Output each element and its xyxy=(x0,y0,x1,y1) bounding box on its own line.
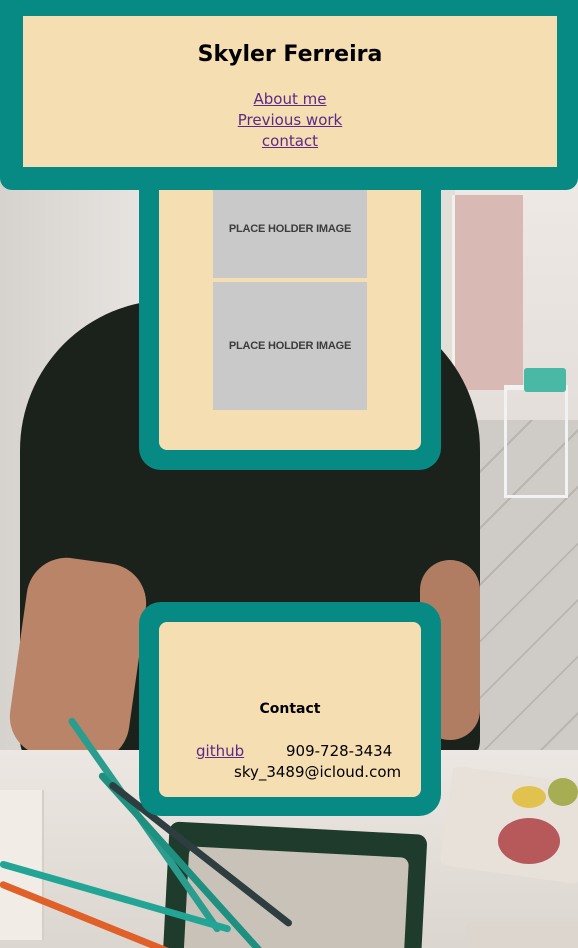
background-paint-olive xyxy=(548,778,578,806)
phone-number: 909-728-3434 xyxy=(286,742,393,760)
email-address: sky_3489@icloud.com xyxy=(234,763,402,781)
previous-work-panel: PLACE HOLDER IMAGE PLACE HOLDER IMAGE xyxy=(159,150,421,450)
site-header-panel: Skyler Ferreira About me Previous work c… xyxy=(23,16,557,167)
site-header: Skyler Ferreira About me Previous work c… xyxy=(0,0,578,190)
contact-card: Contact github 909-728-3434 sky_3489@icl… xyxy=(139,602,441,816)
placeholder-image: PLACE HOLDER IMAGE xyxy=(213,282,367,410)
background-paint-yellow xyxy=(512,786,546,808)
background-doorway xyxy=(452,195,523,390)
nav-link-about-me[interactable]: About me xyxy=(23,89,557,110)
contact-title: Contact xyxy=(259,701,321,717)
previous-work-card: PLACE HOLDER IMAGE PLACE HOLDER IMAGE xyxy=(139,150,441,470)
placeholder-image-label: PLACE HOLDER IMAGE xyxy=(228,223,352,235)
background-basket xyxy=(524,368,566,392)
background-paint-red xyxy=(498,818,560,864)
contact-panel: Contact github 909-728-3434 sky_3489@icl… xyxy=(159,622,421,797)
nav-link-previous-work[interactable]: Previous work xyxy=(23,110,557,131)
background-shelf xyxy=(504,385,568,498)
github-link[interactable]: github xyxy=(196,742,244,760)
placeholder-image-label: PLACE HOLDER IMAGE xyxy=(228,340,352,352)
main-nav: About me Previous work contact xyxy=(23,89,557,152)
background-palette-bottom xyxy=(466,922,578,948)
site-title: Skyler Ferreira xyxy=(197,42,383,67)
nav-link-contact[interactable]: contact xyxy=(23,131,557,152)
